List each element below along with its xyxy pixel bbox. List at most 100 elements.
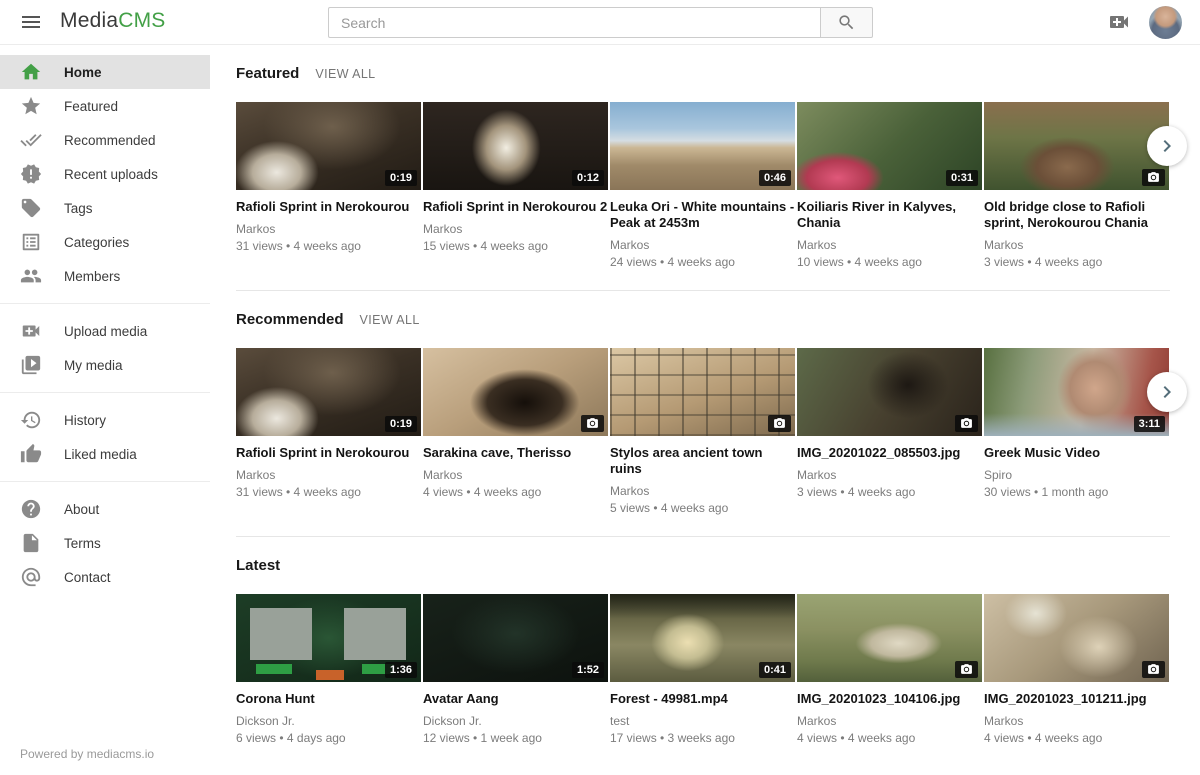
page: MediaCMS Home Featured Recommended (0, 0, 1200, 775)
media-thumbnail[interactable]: 0:31 (797, 102, 982, 190)
media-author[interactable]: Markos (797, 714, 982, 728)
media-thumbnail[interactable]: 1:36 (236, 594, 421, 682)
media-title[interactable]: Rafioli Sprint in Nerokourou (236, 445, 421, 461)
media-title[interactable]: Rafioli Sprint in Nerokourou (236, 199, 421, 215)
sidebar-item-label: About (64, 502, 99, 517)
search-icon (837, 13, 856, 32)
media-title[interactable]: Koiliaris River in Kalyves, Chania (797, 199, 982, 231)
recommended-row: 0:19 Rafioli Sprint in NerokourouMarkos3… (236, 348, 1170, 524)
media-author[interactable]: Dickson Jr. (423, 714, 608, 728)
media-author[interactable]: Markos (797, 468, 982, 482)
menu-button[interactable] (18, 10, 44, 36)
media-card[interactable]: Sarakina cave, TherissoMarkos4 views • 4… (423, 348, 608, 524)
sidebar-item-history[interactable]: History (0, 403, 210, 437)
media-author[interactable]: test (610, 714, 795, 728)
media-author[interactable]: Markos (236, 468, 421, 482)
media-author[interactable]: Spiro (984, 468, 1169, 482)
media-thumbnail[interactable]: 0:46 (610, 102, 795, 190)
logo[interactable]: MediaCMS (60, 9, 165, 33)
sidebar-item-liked-media[interactable]: Liked media (0, 437, 210, 471)
help-icon (20, 498, 42, 520)
media-title[interactable]: Greek Music Video (984, 445, 1169, 461)
media-author[interactable]: Markos (984, 714, 1169, 728)
media-title[interactable]: IMG_20201023_101211.jpg (984, 691, 1169, 707)
media-title[interactable]: Sarakina cave, Therisso (423, 445, 608, 461)
people-icon (20, 265, 42, 287)
search-input[interactable] (328, 7, 820, 38)
next-arrow-button[interactable] (1147, 126, 1187, 166)
media-thumbnail[interactable] (423, 348, 608, 436)
media-card[interactable]: IMG_20201022_085503.jpgMarkos3 views • 4… (797, 348, 982, 524)
sidebar-item-terms[interactable]: Terms (0, 526, 210, 560)
view-all-link[interactable]: VIEW ALL (315, 67, 375, 81)
sidebar-item-recommended[interactable]: Recommended (0, 123, 210, 157)
media-title[interactable]: Stylos area ancient town ruins (610, 445, 795, 477)
media-thumbnail[interactable] (984, 594, 1169, 682)
sidebar-item-my-media[interactable]: My media (0, 348, 210, 382)
media-card[interactable]: Stylos area ancient town ruinsMarkos5 vi… (610, 348, 795, 524)
media-thumbnail[interactable] (984, 102, 1169, 190)
media-thumbnail[interactable]: 0:41 (610, 594, 795, 682)
sidebar-item-categories[interactable]: Categories (0, 225, 210, 259)
latest-row: 1:36 Corona HuntDickson Jr.6 views • 4 d… (236, 594, 1170, 770)
media-title[interactable]: Corona Hunt (236, 691, 421, 707)
logo-text-media: Media (60, 9, 118, 32)
media-thumbnail[interactable] (797, 348, 982, 436)
search-button[interactable] (820, 7, 873, 38)
sidebar-item-label: My media (64, 358, 123, 373)
media-author[interactable]: Markos (797, 238, 982, 252)
media-title[interactable]: Leuka Ori - White mountains - Peak at 24… (610, 199, 795, 231)
media-card[interactable]: IMG_20201023_101211.jpgMarkos4 views • 4… (984, 594, 1169, 770)
media-thumbnail[interactable] (610, 348, 795, 436)
media-title[interactable]: Rafioli Sprint in Nerokourou 2 (423, 199, 608, 215)
media-card[interactable]: 1:52 Avatar AangDickson Jr.12 views • 1 … (423, 594, 608, 770)
media-title[interactable]: IMG_20201022_085503.jpg (797, 445, 982, 461)
user-avatar[interactable] (1149, 6, 1182, 39)
media-author[interactable]: Markos (423, 468, 608, 482)
media-author[interactable]: Markos (236, 222, 421, 236)
media-card[interactable]: 0:12 Rafioli Sprint in Nerokourou 2 Marko… (423, 102, 608, 278)
media-card[interactable]: 3:11 Greek Music VideoSpiro30 views • 1 … (984, 348, 1169, 524)
media-author[interactable]: Dickson Jr. (236, 714, 421, 728)
view-all-link[interactable]: VIEW ALL (360, 313, 420, 327)
media-author[interactable]: Markos (423, 222, 608, 236)
media-card[interactable]: 1:36 Corona HuntDickson Jr.6 views • 4 d… (236, 594, 421, 770)
media-title[interactable]: IMG_20201023_104106.jpg (797, 691, 982, 707)
next-arrow-button[interactable] (1147, 372, 1187, 412)
media-card[interactable]: 0:46 Leuka Ori - White mountains - Peak … (610, 102, 795, 278)
sidebar-item-recent-uploads[interactable]: Recent uploads (0, 157, 210, 191)
media-title[interactable]: Avatar Aang (423, 691, 608, 707)
media-author[interactable]: Markos (610, 484, 795, 498)
photo-badge (1142, 661, 1165, 678)
media-meta: 3 views • 4 weeks ago (984, 255, 1169, 269)
media-card[interactable]: 0:19 Rafioli Sprint in Nerokourou Markos 3… (236, 102, 421, 278)
media-thumbnail[interactable]: 0:19 (236, 348, 421, 436)
video-library-icon (20, 354, 42, 376)
media-thumbnail[interactable]: 0:12 (423, 102, 608, 190)
sidebar-item-contact[interactable]: Contact (0, 560, 210, 594)
media-author[interactable]: Markos (984, 238, 1169, 252)
media-thumbnail[interactable] (797, 594, 982, 682)
media-card[interactable]: 0:41 Forest - 49981.mp4test17 views • 3 … (610, 594, 795, 770)
sidebar-item-featured[interactable]: Featured (0, 89, 210, 123)
sidebar-item-home[interactable]: Home (0, 55, 210, 89)
media-card[interactable]: IMG_20201023_104106.jpgMarkos4 views • 4… (797, 594, 982, 770)
photo-badge (1142, 169, 1165, 186)
media-title[interactable]: Forest - 49981.mp4 (610, 691, 795, 707)
upload-media-button[interactable] (1106, 10, 1132, 36)
sidebar-item-about[interactable]: About (0, 492, 210, 526)
media-title[interactable]: Old bridge close to Rafioli sprint, Nero… (984, 199, 1169, 231)
section-featured: Featured VIEW ALL 0:19 Rafioli Sprint in… (236, 45, 1170, 291)
media-author[interactable]: Markos (610, 238, 795, 252)
media-card[interactable]: Old bridge close to Rafioli sprint, Nero… (984, 102, 1169, 278)
media-thumbnail[interactable]: 0:19 (236, 102, 421, 190)
tag-icon (20, 197, 42, 219)
media-thumbnail[interactable]: 3:11 (984, 348, 1169, 436)
media-card[interactable]: 0:31 Koiliaris River in Kalyves, Chania M… (797, 102, 982, 278)
sidebar-item-upload-media[interactable]: Upload media (0, 314, 210, 348)
sidebar-item-members[interactable]: Members (0, 259, 210, 293)
sidebar-item-tags[interactable]: Tags (0, 191, 210, 225)
media-card[interactable]: 0:19 Rafioli Sprint in NerokourouMarkos3… (236, 348, 421, 524)
media-thumbnail[interactable]: 1:52 (423, 594, 608, 682)
media-meta: 31 views • 4 weeks ago (236, 239, 421, 253)
